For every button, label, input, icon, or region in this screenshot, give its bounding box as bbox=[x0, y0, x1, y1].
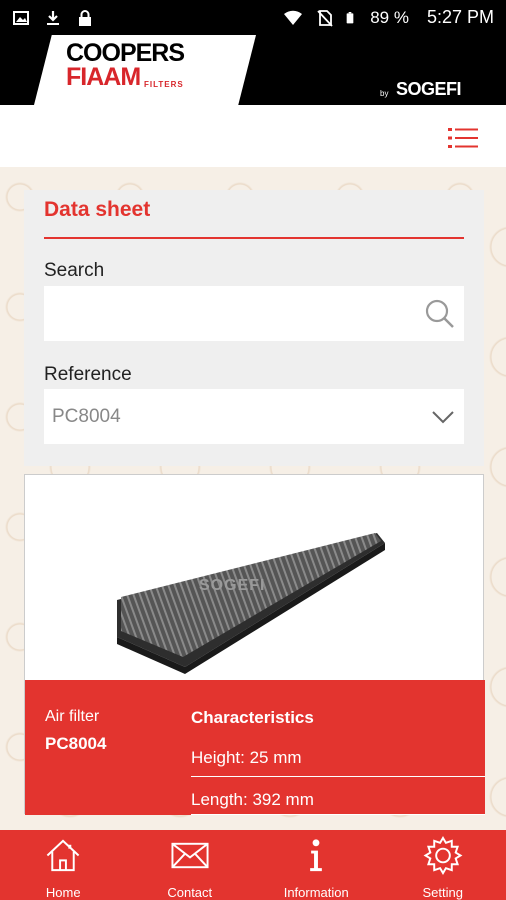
sogefi-logo: SOGEFI bbox=[396, 79, 462, 99]
nav-information[interactable]: Information bbox=[253, 830, 380, 900]
nav-label: Information bbox=[283, 885, 349, 900]
spec-length: Length: 392 mm bbox=[191, 790, 314, 809]
image-icon bbox=[13, 10, 29, 25]
logo-text-filters: FILTERS bbox=[144, 80, 184, 89]
datasheet-title: Data sheet bbox=[44, 198, 151, 221]
no-sim-icon bbox=[317, 9, 333, 27]
nav-home[interactable]: Home bbox=[0, 830, 127, 900]
info-icon bbox=[310, 839, 323, 872]
product-code: PC8004 bbox=[45, 734, 107, 753]
product-card[interactable]: SOGEFI Air filter PC8004 Characteristics… bbox=[24, 474, 485, 815]
gear-icon bbox=[423, 836, 463, 875]
nav-setting[interactable]: Setting bbox=[380, 830, 506, 900]
battery-level: 89 % bbox=[370, 7, 409, 27]
spec-divider bbox=[191, 814, 485, 815]
wifi-icon bbox=[284, 10, 303, 25]
image-watermark: SOGEFI bbox=[199, 577, 266, 594]
chevron-down-icon bbox=[432, 411, 454, 424]
clock: 5:27 PM bbox=[426, 7, 494, 27]
nav-label: Home bbox=[45, 885, 81, 900]
datasheet-card: Data sheet Search Reference PC8004 bbox=[24, 190, 484, 466]
reference-selected-value: PC8004 bbox=[52, 406, 121, 427]
reference-label: Reference bbox=[44, 364, 132, 385]
app-header: COOPERS FIAAM FILTERS by SOGEFI bbox=[0, 35, 506, 105]
product-info-panel: Air filter PC8004 Characteristics Height… bbox=[25, 680, 485, 815]
spec-height: Height: 25 mm bbox=[191, 748, 302, 767]
product-type: Air filter bbox=[45, 708, 100, 725]
battery-icon bbox=[346, 11, 354, 23]
status-bar: 89 % 5:27 PM bbox=[0, 0, 506, 35]
search-icon[interactable] bbox=[424, 298, 456, 330]
nav-contact[interactable]: Contact bbox=[127, 830, 254, 900]
title-divider bbox=[44, 237, 464, 239]
logo-text-coopers: COOPERS bbox=[66, 39, 185, 67]
logo-by: by bbox=[380, 89, 389, 98]
menu-row bbox=[0, 105, 506, 167]
nav-label: Contact bbox=[167, 885, 213, 900]
search-label: Search bbox=[44, 260, 105, 281]
lock-icon bbox=[79, 9, 91, 26]
nav-label: Setting bbox=[422, 885, 463, 900]
reference-select[interactable]: PC8004 bbox=[44, 389, 464, 444]
envelope-icon bbox=[171, 842, 209, 869]
search-input[interactable] bbox=[44, 286, 464, 341]
home-icon bbox=[46, 839, 80, 872]
download-icon bbox=[47, 10, 59, 25]
menu-list-icon[interactable] bbox=[448, 127, 478, 149]
logo-text-fiaam: FIAAM bbox=[66, 63, 141, 91]
bottom-nav: Home Contact Information Setting bbox=[0, 830, 506, 900]
characteristics-title: Characteristics bbox=[191, 708, 314, 727]
spec-divider bbox=[191, 776, 485, 777]
